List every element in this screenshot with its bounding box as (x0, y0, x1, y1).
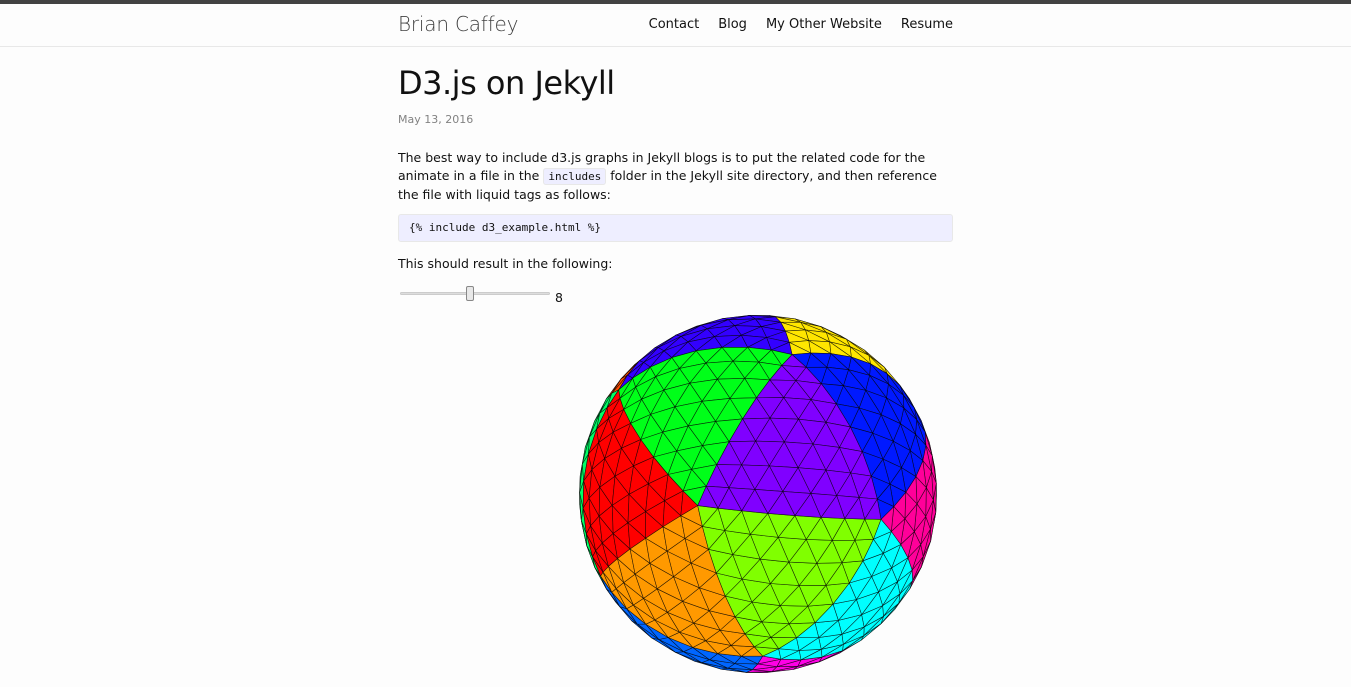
subdivision-slider[interactable]: 8 (398, 286, 568, 308)
nav-link-blog[interactable]: Blog (718, 17, 747, 32)
nav-link-contact[interactable]: Contact (649, 17, 700, 32)
slider-thumb[interactable] (466, 286, 475, 301)
site-header: Brian Caffey Contact Blog My Other Websi… (0, 4, 1351, 47)
inline-code-includes: includes (543, 168, 607, 185)
post-title: D3.js on Jekyll (398, 64, 615, 102)
result-paragraph: This should result in the following: (398, 256, 613, 271)
slider-value: 8 (555, 290, 563, 305)
intro-paragraph: The best way to include d3.js graphs in … (398, 149, 953, 204)
site-nav: Contact Blog My Other Website Resume (649, 17, 953, 32)
nav-link-other-website[interactable]: My Other Website (766, 17, 882, 32)
slider-track[interactable] (400, 292, 550, 295)
code-block: {% include d3_example.html %} (398, 214, 953, 242)
nav-link-resume[interactable]: Resume (901, 17, 953, 32)
post-date: May 13, 2016 (398, 113, 474, 126)
sphere-mesh (579, 315, 937, 673)
site-title[interactable]: Brian Caffey (398, 12, 518, 36)
geodesic-sphere-visualization[interactable] (575, 310, 941, 678)
